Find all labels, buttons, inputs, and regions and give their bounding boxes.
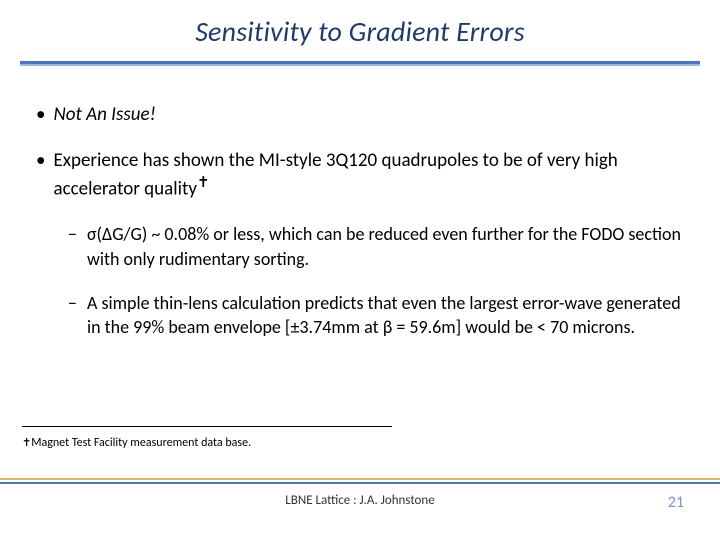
bullet-text: Experience has shown the MI-style 3Q120 …: [53, 148, 684, 203]
page-number: 21: [668, 493, 684, 512]
bullet-marker: −: [68, 222, 77, 271]
bullet-text: Not An Issue!: [53, 102, 684, 128]
slide-title: Sensitivity to Gradient Errors: [0, 14, 720, 49]
content-area: • Not An Issue! • Experience has shown t…: [0, 66, 720, 339]
footer-text: LBNE Lattice : J.A. Johnstone: [0, 493, 720, 508]
sub2-text-mid: 3.74mm at: [299, 316, 382, 338]
footnote-rule: [22, 426, 392, 427]
footnote: ✝Magnet Test Facility measurement data b…: [22, 436, 251, 450]
title-block: Sensitivity to Gradient Errors: [0, 0, 720, 66]
bullet-text: A simple thin-lens calculation predicts …: [87, 291, 684, 340]
bullet-text-main: Experience has shown the MI-style 3Q120 …: [53, 149, 617, 201]
footnote-text: Magnet Test Facility measurement data ba…: [31, 436, 251, 450]
bullet-marker: •: [36, 148, 45, 203]
delta-symbol: Δ: [102, 223, 112, 245]
beta-symbol: β: [383, 316, 393, 338]
sigma-symbol: σ: [87, 223, 97, 245]
bullet-level2: − σ(ΔG/G) ~ 0.08% or less, which can be …: [68, 222, 684, 271]
sub2-text-eq: = 59.6m] would be < 70 microns.: [392, 316, 635, 338]
slide: Sensitivity to Gradient Errors • Not An …: [0, 0, 720, 540]
bullet-marker: −: [68, 291, 77, 340]
sub1-rest: G/G) ~ 0.08% or less, which can be reduc…: [87, 223, 681, 269]
footer-horizontal-rule: [0, 478, 720, 484]
dagger-icon: ✝: [197, 174, 210, 192]
bullet-marker: •: [36, 102, 45, 128]
bullet-level2: − A simple thin-lens calculation predict…: [68, 291, 684, 340]
bullet-text: σ(ΔG/G) ~ 0.08% or less, which can be re…: [87, 222, 684, 271]
bullet-level1: • Not An Issue!: [36, 102, 684, 128]
bullet-level1: • Experience has shown the MI-style 3Q12…: [36, 148, 684, 203]
dagger-icon: ✝: [22, 436, 31, 449]
